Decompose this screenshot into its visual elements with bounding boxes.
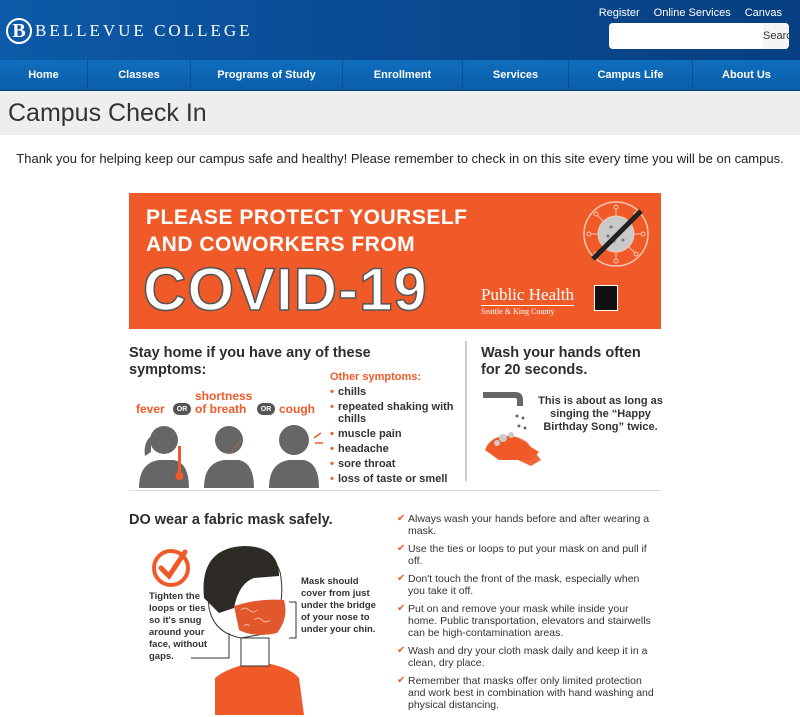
page-title: Campus Check In xyxy=(8,98,207,127)
mask-title: DO wear a fabric mask safely. xyxy=(129,512,333,528)
nav-home[interactable]: Home xyxy=(0,60,88,90)
search-input[interactable] xyxy=(609,23,763,49)
nav-about-us[interactable]: About Us xyxy=(693,60,800,90)
list-item: Put on and remove your mask while inside… xyxy=(397,603,659,639)
search-form: Search xyxy=(609,23,789,49)
nav-classes[interactable]: Classes xyxy=(88,60,191,90)
symptom-fever: fever xyxy=(136,402,165,416)
intro-text: Thank you for helping keep our campus sa… xyxy=(16,151,784,166)
other-symptoms-title: Other symptoms: xyxy=(330,371,422,383)
list-item: chills xyxy=(330,386,460,398)
nav-enrollment[interactable]: Enrollment xyxy=(343,60,463,90)
covid-poster: PLEASE PROTECT YOURSELF AND COWORKERS FR… xyxy=(129,193,663,717)
nav-programs-of-study[interactable]: Programs of Study xyxy=(191,60,343,90)
college-logo-link[interactable]: B BELLEVUE COLLEGE xyxy=(6,18,253,44)
symptom-illustrations-icon xyxy=(139,425,323,488)
list-item: Don't touch the front of the mask, espec… xyxy=(397,573,659,597)
canvas-link[interactable]: Canvas xyxy=(745,7,782,19)
section-divider xyxy=(129,490,661,491)
list-item: sore throat xyxy=(330,458,460,470)
list-item: headache xyxy=(330,443,460,455)
poster-banner: PLEASE PROTECT YOURSELF AND COWORKERS FR… xyxy=(129,193,661,329)
org-portrait-icon xyxy=(594,285,618,311)
college-logo-icon: B xyxy=(6,18,32,44)
or-badge: OR xyxy=(257,403,275,415)
wash-hands-title: Wash your hands often for 20 seconds. xyxy=(481,345,641,378)
nav-campus-life[interactable]: Campus Life xyxy=(569,60,693,90)
main-nav: Home Classes Programs of Study Enrollmen… xyxy=(0,60,800,91)
wash-hands-note: This is about as long as singing the “Ha… xyxy=(538,395,663,433)
online-services-link[interactable]: Online Services xyxy=(654,7,731,19)
section-divider xyxy=(465,341,467,481)
banner-covid-text: COVID-19 xyxy=(142,255,428,324)
mask-coverage-note: Mask should cover from just under the br… xyxy=(301,576,376,635)
list-item: muscle pain xyxy=(330,428,460,440)
mask-tips-list: Always wash your hands before and after … xyxy=(397,513,659,717)
org-subtitle: Seattle & King County xyxy=(481,307,555,316)
site-header: B BELLEVUE COLLEGE Register Online Servi… xyxy=(0,0,800,60)
or-badge: OR xyxy=(173,403,191,415)
banner-headline-2: AND COWORKERS FROM xyxy=(146,233,416,256)
nav-services[interactable]: Services xyxy=(463,60,569,90)
list-item: Use the ties or loops to put your mask o… xyxy=(397,543,659,567)
banner-headline-1: PLEASE PROTECT YOURSELF xyxy=(146,206,468,229)
list-item: Wash and dry your cloth mask daily and k… xyxy=(397,645,659,669)
college-name: BELLEVUE COLLEGE xyxy=(35,21,253,40)
public-health-logo: Public Health Seattle & King County xyxy=(481,285,575,316)
list-item: Remember that masks offer only limited p… xyxy=(397,675,659,711)
symptom-cough: cough xyxy=(279,402,315,416)
utility-links: Register Online Services Canvas xyxy=(599,7,782,19)
no-virus-icon xyxy=(583,201,649,267)
title-bar: Campus Check In xyxy=(0,91,800,135)
register-link[interactable]: Register xyxy=(599,7,640,19)
other-symptoms-list: chills repeated shaking with chills musc… xyxy=(330,386,460,488)
list-item: loss of taste or smell xyxy=(330,473,460,485)
search-button[interactable]: Search xyxy=(763,23,789,49)
symptom-shortness-of-breath: shortness of breath xyxy=(195,389,253,416)
org-name: Public Health xyxy=(481,285,575,306)
list-item: Always wash your hands before and after … xyxy=(397,513,659,537)
list-item: repeated shaking with chills xyxy=(330,401,460,425)
mask-fit-note: Tighten the loops or ties so it's snug a… xyxy=(149,591,208,662)
